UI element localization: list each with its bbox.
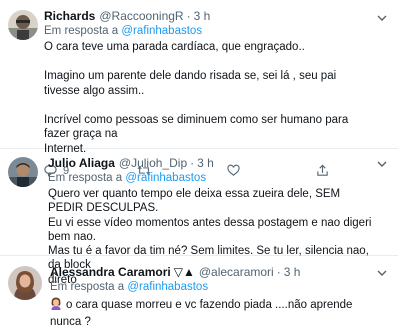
author-name[interactable]: Julio Aliaga <box>48 156 115 170</box>
author-name[interactable]: Richards <box>44 9 95 23</box>
tweet-text: o cara quase morreu e vc fazendo piada .… <box>50 297 380 329</box>
tweet-header: Julio Aliaga @Julioh_Dip · 3 h <box>48 156 378 170</box>
woman-emoji-icon <box>50 297 62 315</box>
reply-tweet-richards[interactable]: Richards @RaccooningR · 3 h Em resposta … <box>0 0 398 177</box>
tweet-header: Richards @RaccooningR · 3 h <box>44 9 374 23</box>
name-symbols: ▽▲ <box>173 265 195 279</box>
tweet-line: o cara quase morreu e vc fazendo piada .… <box>50 299 353 328</box>
author-handle[interactable]: @RaccooningR <box>99 9 183 23</box>
tweet-header: Alessandra Caramori ▽▲ @alecaramori · 3 … <box>50 265 380 279</box>
reply-tweet-alessandra-caramori[interactable]: Alessandra Caramori ▽▲ @alecaramori · 3 … <box>0 256 398 334</box>
timestamp[interactable]: 3 h <box>284 265 301 279</box>
reply-context: Em resposta a @rafinhabastos <box>48 171 378 185</box>
reply-context: Em resposta a @rafinhabastos <box>50 280 380 294</box>
reply-tweet-julio-aliaga[interactable]: Julio Aliaga @Julioh_Dip · 3 h Em respos… <box>0 149 398 286</box>
separator-dot: · <box>190 156 195 170</box>
tweet-text: O cara teve uma parada cardíaca, que eng… <box>44 40 374 156</box>
timestamp[interactable]: 3 h <box>194 9 211 23</box>
tweet-line: Incrível como pessoas se diminuem como s… <box>44 113 349 141</box>
tweet-line: Eu vi esse vídeo momentos antes dessa po… <box>48 216 372 243</box>
reply-context: Em resposta a @rafinhabastos <box>44 24 374 38</box>
author-name[interactable]: Alessandra Caramori <box>50 265 171 279</box>
reply-mention-link[interactable]: @rafinhabastos <box>121 25 202 37</box>
reply-prefix: Em resposta a <box>48 172 126 184</box>
avatar[interactable] <box>8 10 38 40</box>
tweet-line: O cara teve uma parada cardíaca, que eng… <box>44 41 305 53</box>
tweet-feed: Richards @RaccooningR · 3 h Em resposta … <box>0 0 398 334</box>
author-handle[interactable]: @alecaramori <box>199 265 274 279</box>
tweet-line: Quero ver quanto tempo ele deixa essa zu… <box>48 188 341 215</box>
timestamp[interactable]: 3 h <box>197 156 214 170</box>
separator-dot: · <box>276 265 281 279</box>
reply-prefix: Em resposta a <box>50 281 128 293</box>
author-handle[interactable]: @Julioh_Dip <box>119 156 187 170</box>
avatar[interactable] <box>8 266 42 300</box>
reply-mention-link[interactable]: @rafinhabastos <box>125 172 206 184</box>
reply-mention-link[interactable]: @rafinhabastos <box>127 281 208 293</box>
more-chevron-icon[interactable] <box>376 11 388 29</box>
tweet-line: Imagino um parente dele dando risada se,… <box>44 70 337 97</box>
separator-dot: · <box>186 9 191 23</box>
reply-prefix: Em resposta a <box>44 25 122 37</box>
avatar[interactable] <box>8 157 38 187</box>
